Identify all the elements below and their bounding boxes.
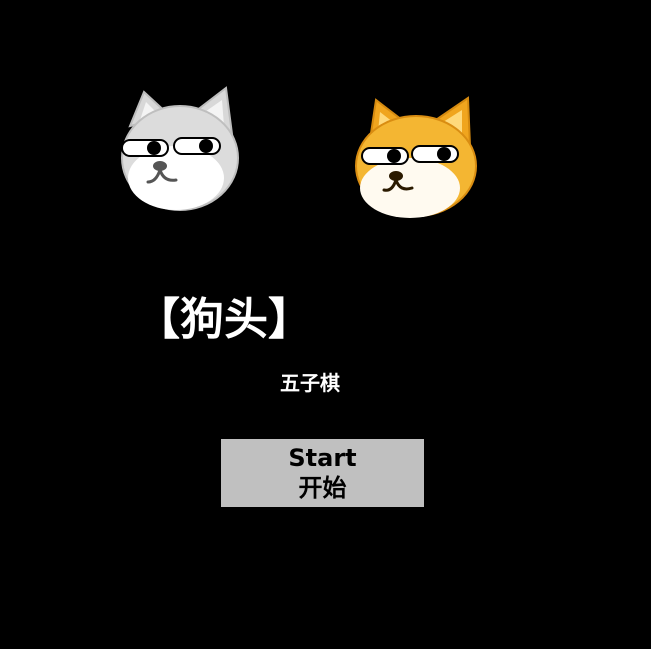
gray-doge-face-icon — [121, 86, 239, 211]
start-button[interactable]: Start 开始 — [221, 439, 424, 507]
game-title: 【狗头】 — [136, 294, 312, 345]
start-button-label-zh: 开始 — [298, 474, 347, 502]
game-subtitle: 五子棋 — [280, 371, 340, 395]
orange-doge-face-icon — [355, 96, 477, 218]
start-button-label-en: Start — [288, 444, 357, 472]
